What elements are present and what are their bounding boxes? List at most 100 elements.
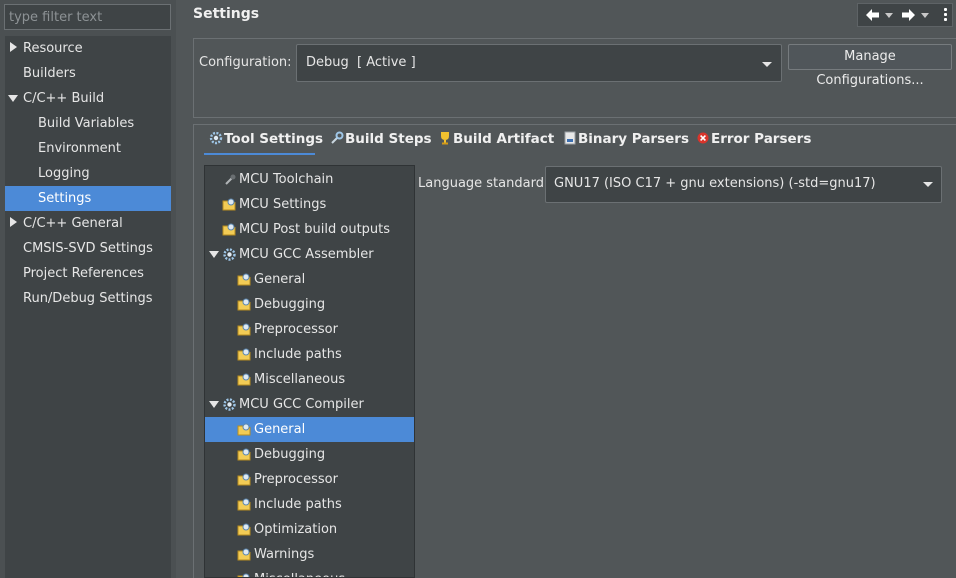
page-title: Settings: [193, 6, 260, 22]
tool-gear-icon: [223, 398, 236, 411]
option-category-icon: [237, 573, 251, 577]
expand-arrow-icon[interactable]: [7, 211, 19, 236]
tab-binary-parsers[interactable]: Binary Parsers: [563, 125, 689, 155]
option-category-icon: [237, 523, 251, 536]
navigation-toolbar: [857, 3, 953, 27]
language-standard-label: Language standard: [418, 176, 544, 191]
tab-label: Build Artifact: [453, 131, 555, 147]
tree-item-compiler-warnings[interactable]: Warnings: [205, 542, 414, 567]
chevron-down-icon: [923, 182, 933, 187]
tree-item-assembler-miscellaneous[interactable]: Miscellaneous: [205, 367, 414, 392]
back-history-dropdown-icon[interactable]: [885, 13, 893, 18]
sidebar-item-cc-general[interactable]: C/C++ General: [5, 211, 171, 236]
configuration-value: Debug [ Active ]: [306, 55, 416, 70]
tree-item-label: MCU Post build outputs: [239, 222, 391, 237]
sidebar-item-label: Environment: [38, 141, 122, 156]
filter-input[interactable]: [5, 5, 170, 29]
toolchain-icon: [225, 174, 236, 185]
tool-settings-tree: MCU Toolchain MCU Settings MCU Post buil…: [204, 165, 415, 578]
tab-label: Error Parsers: [711, 131, 812, 147]
tree-item-label: General: [254, 272, 306, 287]
tab-build-steps[interactable]: Build Steps: [330, 125, 432, 155]
tree-item-compiler-debugging[interactable]: Debugging: [205, 442, 414, 467]
tab-label: Binary Parsers: [578, 131, 689, 147]
tree-item-label: Warnings: [254, 547, 315, 562]
tab-error-parsers[interactable]: Error Parsers: [696, 125, 811, 155]
sidebar-item-settings[interactable]: Settings: [5, 186, 171, 211]
tree-item-mcu-post-build-outputs[interactable]: MCU Post build outputs: [205, 217, 414, 242]
sidebar-item-label: C/C++ Build: [23, 91, 105, 106]
language-standard-value: GNU17 (ISO C17 + gnu extensions) (-std=g…: [554, 176, 876, 191]
tree-item-label: MCU Toolchain: [239, 172, 334, 187]
sidebar-item-label: CMSIS-SVD Settings: [23, 241, 153, 256]
sidebar-item-build-variables[interactable]: Build Variables: [5, 111, 171, 136]
forward-history-dropdown-icon[interactable]: [921, 13, 929, 18]
sidebar-item-cmsis-svd-settings[interactable]: CMSIS-SVD Settings: [5, 236, 171, 261]
option-category-icon: [237, 373, 251, 386]
binary-parsers-icon: [564, 131, 576, 145]
option-category-icon: [237, 473, 251, 486]
tab-build-artifact[interactable]: Build Artifact: [438, 125, 554, 155]
tree-item-assembler-general[interactable]: General: [205, 267, 414, 292]
expand-arrow-icon[interactable]: [7, 36, 19, 61]
option-category-icon: [222, 198, 236, 211]
tree-item-label: General: [254, 422, 306, 437]
option-category-icon: [237, 423, 251, 436]
configuration-label: Configuration:: [199, 55, 292, 70]
sidebar-item-project-references[interactable]: Project References: [5, 261, 171, 286]
property-page-tree: Resource Builders C/C++ Build Build Vari…: [5, 36, 171, 578]
collapse-arrow-icon[interactable]: [208, 392, 220, 417]
tree-item-label: Miscellaneous: [254, 372, 346, 387]
language-standard-select[interactable]: GNU17 (ISO C17 + gnu extensions) (-std=g…: [545, 166, 942, 203]
tree-item-mcu-toolchain[interactable]: MCU Toolchain: [205, 167, 414, 192]
sidebar-item-environment[interactable]: Environment: [5, 136, 171, 161]
sidebar-item-run-debug-settings[interactable]: Run/Debug Settings: [5, 286, 171, 311]
option-category-icon: [237, 298, 251, 311]
sidebar-item-logging[interactable]: Logging: [5, 161, 171, 186]
tool-gear-icon: [223, 248, 236, 261]
option-category-icon: [237, 323, 251, 336]
view-menu-icon[interactable]: [944, 8, 947, 22]
tree-item-compiler-optimization[interactable]: Optimization: [205, 517, 414, 542]
tree-item-compiler-include-paths[interactable]: Include paths: [205, 492, 414, 517]
option-category-icon: [222, 223, 236, 236]
tree-item-assembler-include-paths[interactable]: Include paths: [205, 342, 414, 367]
filter-box: [4, 4, 171, 30]
option-category-icon: [237, 348, 251, 361]
tree-item-label: Preprocessor: [254, 322, 338, 337]
tree-item-compiler-miscellaneous[interactable]: Miscellaneous: [205, 567, 414, 577]
manage-configurations-button[interactable]: Manage Configurations...: [788, 44, 952, 88]
forward-arrow-icon[interactable]: [900, 7, 916, 23]
tab-label: Tool Settings: [224, 131, 324, 147]
sidebar-item-label: Build Variables: [38, 116, 135, 131]
collapse-arrow-icon[interactable]: [7, 86, 19, 111]
tree-item-label: MCU GCC Assembler: [239, 247, 374, 262]
sidebar-item-label: Builders: [23, 66, 76, 81]
option-category-icon: [237, 448, 251, 461]
tree-item-assembler-debugging[interactable]: Debugging: [205, 292, 414, 317]
configuration-select[interactable]: Debug [ Active ]: [296, 44, 782, 82]
tree-item-assembler-preprocessor[interactable]: Preprocessor: [205, 317, 414, 342]
tree-item-mcu-gcc-assembler[interactable]: MCU GCC Assembler: [205, 242, 414, 267]
tree-item-mcu-gcc-compiler[interactable]: MCU GCC Compiler: [205, 392, 414, 417]
tab-bar: Tool Settings Build Steps Build Artifact…: [194, 125, 956, 155]
back-arrow-icon[interactable]: [865, 7, 881, 23]
tab-tool-settings[interactable]: Tool Settings: [204, 125, 323, 155]
tree-item-label: Miscellaneous: [254, 567, 345, 577]
build-steps-icon: [331, 131, 344, 144]
collapse-arrow-icon[interactable]: [208, 242, 220, 267]
option-category-icon: [237, 548, 251, 561]
chevron-down-icon: [762, 62, 772, 67]
sidebar-item-cc-build[interactable]: C/C++ Build: [5, 86, 171, 111]
sidebar-item-label: Logging: [38, 166, 90, 181]
tree-item-label: Optimization: [254, 522, 338, 537]
tree-item-label: MCU GCC Compiler: [239, 397, 364, 412]
tab-label: Build Steps: [345, 131, 432, 147]
tree-item-compiler-preprocessor[interactable]: Preprocessor: [205, 467, 414, 492]
tree-item-compiler-general[interactable]: General: [205, 417, 414, 442]
sidebar-item-resource[interactable]: Resource: [5, 36, 171, 61]
tree-item-mcu-settings[interactable]: MCU Settings: [205, 192, 414, 217]
sidebar-item-label: Settings: [38, 191, 92, 206]
sidebar-item-builders[interactable]: Builders: [5, 61, 171, 86]
error-parsers-icon: [697, 132, 709, 144]
